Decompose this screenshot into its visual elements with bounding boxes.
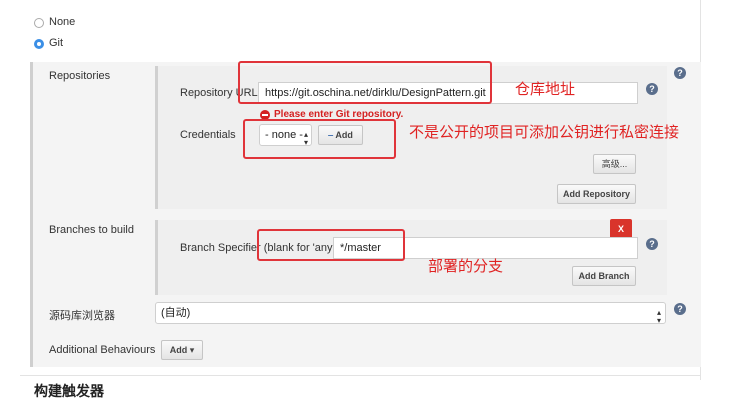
scm-git-label: Git (49, 37, 64, 49)
browser-select-arrows-down-icon: ▾ (656, 316, 661, 325)
scm-none-radio[interactable] (34, 18, 44, 28)
branches-label: Branches to build (49, 224, 134, 236)
add-repository-button[interactable]: Add Repository (557, 184, 636, 204)
advanced-button[interactable]: 高级... (593, 154, 636, 174)
repository-browser-label: 源码库浏览器 (49, 310, 115, 322)
branch-specifier-help-icon[interactable]: ? (646, 238, 658, 250)
scm-git-radio[interactable] (34, 39, 44, 49)
section-divider (20, 375, 700, 376)
repositories-help-icon[interactable]: ? (674, 67, 686, 79)
repositories-label: Repositories (49, 70, 111, 82)
branch-annotation: 部署的分支 (428, 257, 504, 275)
add-behaviour-label: Add (169, 345, 188, 355)
additional-behaviours-label: Additional Behaviours (49, 344, 156, 356)
add-behaviour-button[interactable]: Add ▾ (161, 340, 203, 360)
repository-url-annotation: 仓库地址 (515, 80, 576, 98)
credentials-highlight (243, 119, 396, 159)
build-triggers-title: 构建触发器 (34, 384, 104, 400)
credentials-label: Credentials (180, 129, 236, 141)
add-branch-button[interactable]: Add Branch (572, 266, 636, 286)
scm-none-label: None (49, 16, 76, 28)
repository-browser-help-icon[interactable]: ? (674, 303, 686, 315)
credentials-annotation: 不是公开的项目可添加公钥进行私密连接 (409, 123, 680, 141)
repository-url-help-icon[interactable]: ? (646, 83, 658, 95)
repository-url-highlight (238, 61, 492, 104)
repository-browser-select[interactable]: (自动) ▴ ▾ (155, 302, 666, 325)
repository-browser-value: (自动) (161, 307, 191, 319)
delete-branch-button[interactable]: X (610, 219, 632, 239)
chevron-down-icon: ▾ (189, 345, 195, 355)
branch-specifier-highlight (257, 229, 405, 261)
